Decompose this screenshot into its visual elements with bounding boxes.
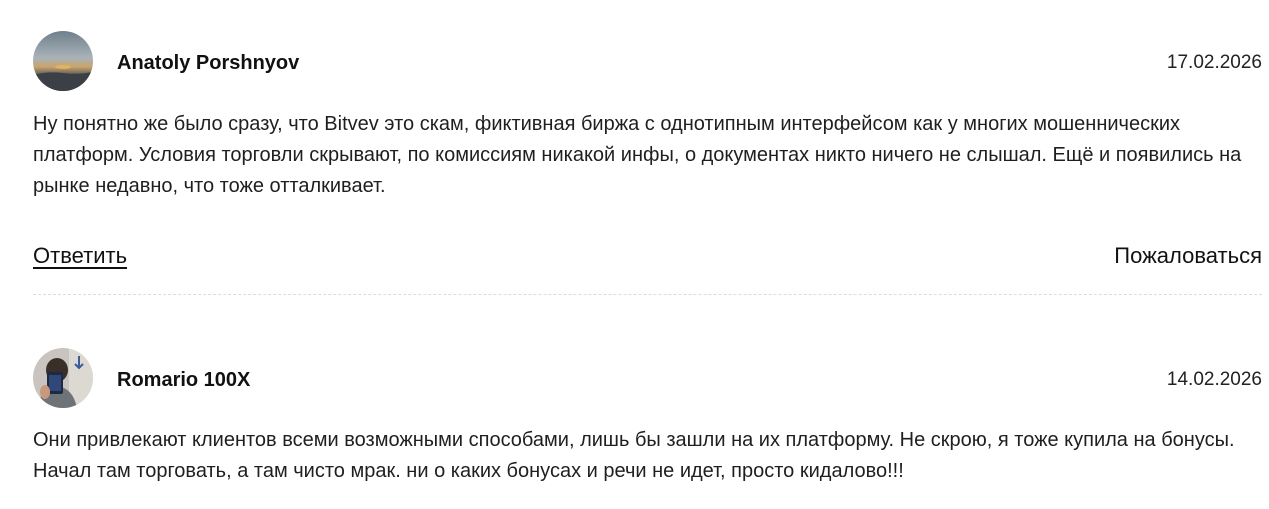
comment-item: Anatoly Porshnyov 17.02.2026 Ну понятно … — [33, 31, 1262, 197]
divider — [33, 294, 1262, 295]
comment-text: Они привлекают клиентов всеми возможными… — [33, 429, 1235, 482]
comment-date: 17.02.2026 — [1166, 52, 1262, 73]
comment-actions: Ответить Пожаловаться — [33, 241, 1262, 271]
report-link[interactable]: Пожаловаться — [1114, 241, 1262, 271]
comment-header: Romario 100X 14.02.2026 — [33, 348, 1262, 410]
author-name: Romario 100X — [117, 369, 251, 391]
comment-text: Ну понятно же было сразу, что Bitvev это… — [33, 113, 1242, 197]
avatar — [33, 348, 93, 408]
comment-item: Romario 100X 14.02.2026 — [33, 348, 1262, 410]
reply-link[interactable]: Ответить — [33, 241, 127, 271]
comment-header: Anatoly Porshnyov 17.02.2026 — [33, 31, 1262, 93]
avatar — [33, 31, 93, 91]
author-name: Anatoly Porshnyov — [117, 52, 300, 74]
comment-date: 14.02.2026 — [1166, 369, 1262, 390]
